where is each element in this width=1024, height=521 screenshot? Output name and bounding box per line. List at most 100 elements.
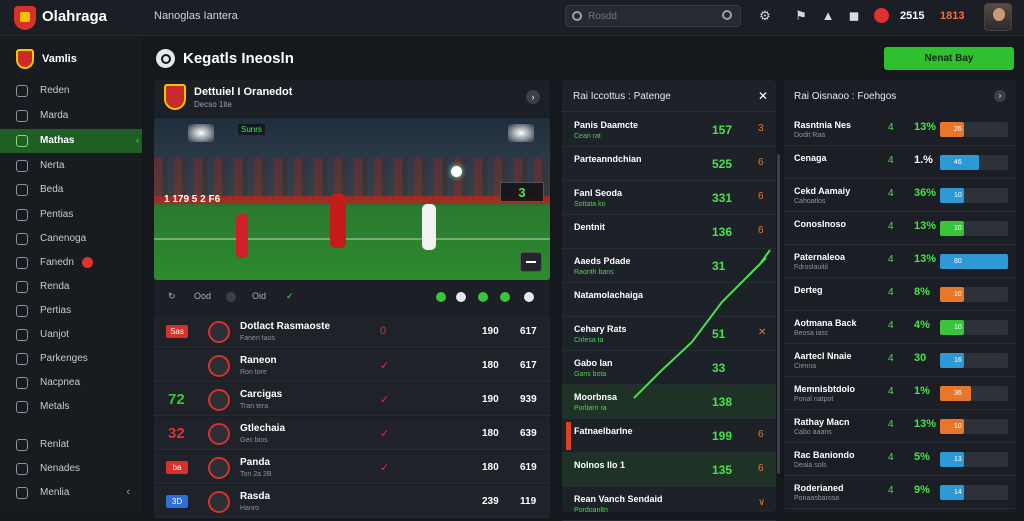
- odds-row[interactable]: Natamolachaiga: [562, 283, 776, 317]
- row-value[interactable]: 135: [712, 463, 732, 477]
- control-label-1[interactable]: Ood: [194, 291, 211, 301]
- match-row[interactable]: ba Panda Ton 2a 2B ✓ 180 619: [154, 452, 550, 484]
- odds-row[interactable]: Parteanndchian 525 6: [562, 147, 776, 181]
- odds-row[interactable]: Aaeds Pdade Raonth bans 31: [562, 249, 776, 283]
- match-row[interactable]: 3D Rasda Hanro 239 119: [154, 486, 550, 518]
- market-row[interactable]: Conoslnoso 4 13% 10: [784, 212, 1016, 245]
- search-input[interactable]: [588, 9, 708, 23]
- market-row[interactable]: Derteg 4 8% 10: [784, 278, 1016, 311]
- close-icon[interactable]: ✕: [758, 89, 768, 103]
- sidebar-item[interactable]: Nenades: [0, 457, 142, 481]
- odds-value[interactable]: 190: [482, 326, 499, 337]
- progress-bar[interactable]: 10: [940, 287, 964, 302]
- odds-row[interactable]: Moorbnsa Porltarn ra 138: [562, 385, 776, 419]
- market-row[interactable]: Paternaleoa Fdroslauitil 4 13% 80: [784, 245, 1016, 278]
- market-row[interactable]: Cekd Aamaiy Cahoatlos 4 36% 10: [784, 179, 1016, 212]
- progress-bar[interactable]: 16: [940, 353, 964, 368]
- sidebar-item[interactable]: Reden: [0, 79, 142, 103]
- check-icon[interactable]: ✓: [286, 291, 294, 302]
- progress-bar[interactable]: 36: [940, 386, 971, 401]
- sidebar-item[interactable]: Renlat: [0, 433, 142, 457]
- odds-row[interactable]: Rean Vanch Sendaid Pordoanltn ∨: [562, 487, 776, 521]
- odds-value[interactable]: 617: [520, 360, 537, 371]
- sidebar-item[interactable]: Pertias: [0, 299, 142, 323]
- match-row[interactable]: Sas Dotlact Rasmaoste Fanen taos 0 190 617: [154, 316, 550, 348]
- odds-row[interactable]: Dentnit 136 6: [562, 215, 776, 249]
- odds-value[interactable]: 180: [482, 462, 499, 473]
- odds-value[interactable]: 619: [520, 462, 537, 473]
- sidebar-item[interactable]: Beda: [0, 178, 142, 202]
- progress-bar[interactable]: 10: [940, 320, 964, 335]
- match-row[interactable]: 72 Carcigas Tran tera ✓ 190 939: [154, 384, 550, 416]
- row-value[interactable]: 199: [712, 429, 732, 443]
- odds-value[interactable]: 190: [482, 394, 499, 405]
- market-row[interactable]: Aartecl Nnaie Cienna 4 30 16: [784, 344, 1016, 377]
- status-dot-icon[interactable]: [500, 292, 510, 302]
- bell-icon[interactable]: ◼: [846, 8, 862, 24]
- chevron-right-icon[interactable]: ›: [994, 90, 1006, 102]
- brand-logo-icon[interactable]: [14, 6, 36, 30]
- sidebar-item[interactable]: Pentias: [0, 203, 142, 227]
- sidebar-item[interactable]: Nacpnea: [0, 371, 142, 395]
- brand-name[interactable]: Olahraga: [42, 8, 107, 25]
- progress-bar[interactable]: 46: [940, 155, 980, 170]
- odds-row[interactable]: Nolnos Ilo 1 135 6: [562, 453, 776, 487]
- control-label-2[interactable]: Oid: [252, 291, 266, 301]
- sidebar-item[interactable]: Marda: [0, 104, 142, 128]
- cta-button[interactable]: Nenat Bay: [884, 47, 1014, 70]
- sidebar-item[interactable]: Metals: [0, 395, 142, 419]
- chevron-left-icon[interactable]: ‹: [126, 486, 130, 498]
- odds-row[interactable]: Cehary Rats Cirlesa ta 51 ✕: [562, 317, 776, 351]
- sidebar-item[interactable]: Renda: [0, 275, 142, 299]
- search-submit-icon[interactable]: [722, 10, 732, 20]
- progress-bar[interactable]: 13: [940, 452, 964, 467]
- odds-value[interactable]: 180: [482, 428, 499, 439]
- sidebar-header[interactable]: Vamlis: [0, 45, 142, 73]
- search-box[interactable]: [565, 5, 741, 27]
- match-row[interactable]: 32 Gtlechaia Gec bios ✓ 180 639: [154, 418, 550, 450]
- sidebar-item[interactable]: Menlia ‹: [0, 481, 142, 505]
- replay-icon[interactable]: ↻: [168, 291, 176, 302]
- control-dot-icon[interactable]: [226, 292, 236, 302]
- sidebar-item[interactable]: Mathas ‹: [0, 129, 142, 153]
- progress-bar[interactable]: 26: [940, 122, 964, 137]
- chevron-right-icon[interactable]: ›: [526, 90, 540, 104]
- odds-value[interactable]: 119: [520, 496, 536, 507]
- odds-value[interactable]: 180: [482, 360, 499, 371]
- chart-icon[interactable]: ▲: [820, 8, 836, 24]
- progress-bar[interactable]: 10: [940, 221, 964, 236]
- row-value[interactable]: 51: [712, 327, 725, 341]
- settings-icon[interactable]: [524, 292, 534, 302]
- market-row[interactable]: Memnisbtdolo Ponal natpot 4 1% 36: [784, 377, 1016, 410]
- odds-row[interactable]: Fatnaelbarlne 199 6: [562, 419, 776, 453]
- scrollbar[interactable]: [777, 154, 780, 474]
- gear-icon[interactable]: ⚙: [757, 8, 773, 24]
- odds-value[interactable]: 939: [520, 394, 537, 405]
- row-value[interactable]: 138: [712, 395, 732, 409]
- odds-value[interactable]: 639: [520, 428, 537, 439]
- market-row[interactable]: Cenaga 4 1.% 46: [784, 146, 1016, 179]
- odds-value[interactable]: 239: [482, 496, 499, 507]
- row-value[interactable]: 525: [712, 157, 732, 171]
- match-row[interactable]: Raneon Ron tore ✓ 180 617: [154, 350, 550, 382]
- market-row[interactable]: Rac Baniondo Deaia sols 4 5% 13: [784, 443, 1016, 476]
- fullscreen-button[interactable]: [520, 252, 542, 272]
- odds-row[interactable]: Panis Daamcte Cean rat 157 3: [562, 113, 776, 147]
- row-value[interactable]: 33: [712, 361, 725, 375]
- progress-bar[interactable]: 10: [940, 188, 964, 203]
- video-player[interactable]: Sunrs 1 179 5 2 F6 3: [154, 118, 550, 280]
- status-dot-icon[interactable]: [478, 292, 488, 302]
- avatar[interactable]: [984, 3, 1012, 31]
- market-row[interactable]: Aotmana Back Beosa iasc 4 4% 10: [784, 311, 1016, 344]
- odds-value[interactable]: 617: [520, 326, 537, 337]
- progress-bar[interactable]: 14: [940, 485, 964, 500]
- live-indicator-icon[interactable]: [874, 8, 889, 23]
- sidebar-item[interactable]: Fanedn: [0, 251, 142, 275]
- sidebar-item[interactable]: Nerta: [0, 154, 142, 178]
- progress-bar[interactable]: 80: [940, 254, 1008, 269]
- sidebar-item[interactable]: Parkenges: [0, 347, 142, 371]
- row-value[interactable]: 157: [712, 123, 732, 137]
- odds-row[interactable]: Gabo Ian Gans bota 33: [562, 351, 776, 385]
- sidebar-item[interactable]: Canenoga: [0, 227, 142, 251]
- flag-icon[interactable]: ⚑: [793, 8, 809, 24]
